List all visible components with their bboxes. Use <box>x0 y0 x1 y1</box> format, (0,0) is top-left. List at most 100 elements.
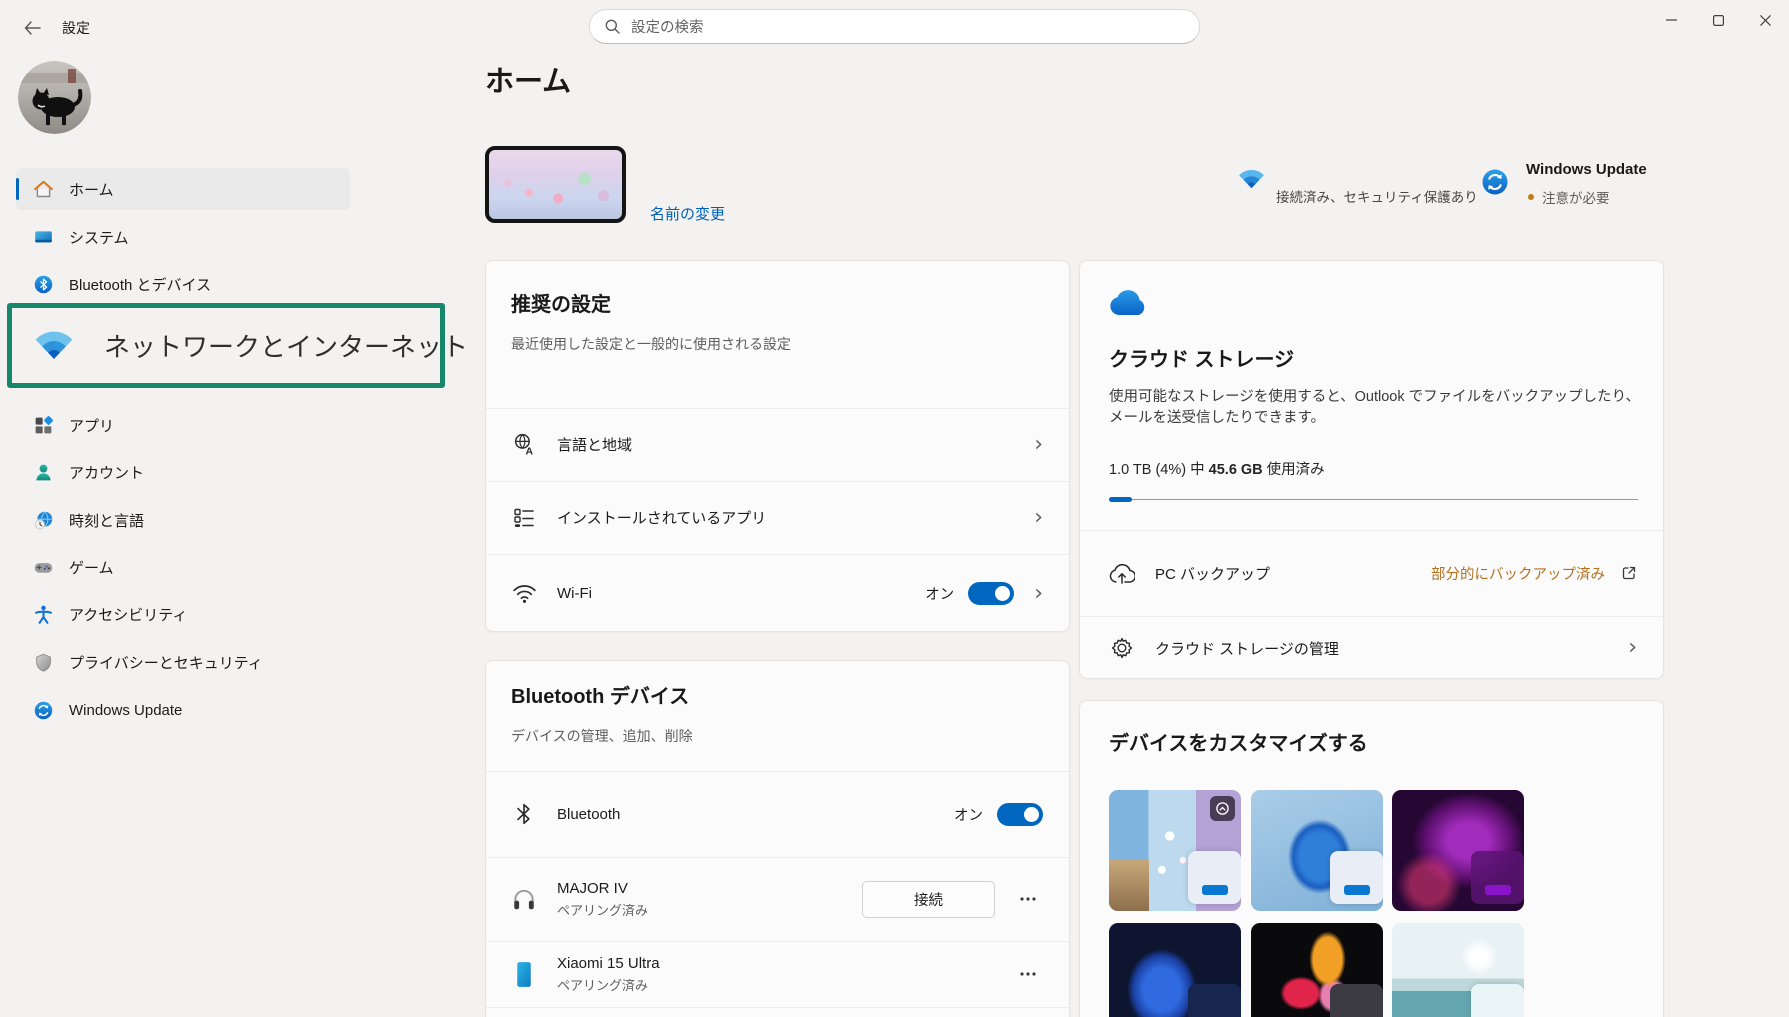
device-status: ペアリング済み <box>557 975 660 994</box>
wifi-toggle[interactable] <box>968 582 1014 605</box>
theme-preview-window <box>1471 851 1524 904</box>
home-icon <box>33 179 54 200</box>
toggle-knob <box>1024 807 1039 822</box>
sidebar-item-apps[interactable]: アプリ <box>16 404 350 446</box>
account-icon <box>33 462 54 483</box>
sidebar-item-label: プライバシーとセキュリティ <box>69 652 263 673</box>
sidebar-item-windows-update[interactable]: Windows Update <box>16 689 350 731</box>
usage-prefix: 1.0 TB (4%) 中 <box>1109 462 1209 478</box>
sidebar-item-accessibility[interactable]: アクセシビリティ <box>16 593 350 635</box>
more-options-button[interactable] <box>1013 959 1043 989</box>
row-installed-apps[interactable]: インストールされているアプリ › <box>486 481 1069 554</box>
theme-preview-window <box>1188 851 1241 904</box>
theme-tile-beach-light[interactable] <box>1392 923 1524 1017</box>
wifi-status-text: 接続済み、セキュリティ保護あり <box>1276 186 1478 206</box>
windows-update-status-text: 注意が必要 <box>1542 187 1610 207</box>
personalize-title: デバイスをカスタマイズする <box>1109 727 1368 756</box>
theme-tile-flower-dark[interactable] <box>1251 923 1383 1017</box>
sidebar-item-home[interactable]: ホーム <box>16 168 350 210</box>
row-pc-backup[interactable]: PC バックアップ 部分的にバックアップ済み <box>1080 530 1663 616</box>
bluetooth-toggle[interactable] <box>997 803 1043 826</box>
maximize-button[interactable] <box>1695 0 1742 40</box>
cloud-storage-title: クラウド ストレージ <box>1109 343 1294 372</box>
user-avatar[interactable] <box>18 61 91 134</box>
connect-button[interactable]: 接続 <box>862 881 995 918</box>
windows-update-status-title: Windows Update <box>1526 161 1647 178</box>
chevron-right-icon: › <box>1034 583 1043 605</box>
maximize-icon <box>1713 15 1724 26</box>
rename-device-link[interactable]: 名前の変更 <box>650 203 725 224</box>
wifi-toggle-state: オン <box>925 583 954 604</box>
storage-progress-bar <box>1109 497 1638 502</box>
theme-preview-window <box>1330 984 1383 1017</box>
search-icon <box>605 19 620 34</box>
row-bluetooth-toggle[interactable]: Bluetooth オン <box>486 771 1069 857</box>
row-label: 言語と地域 <box>557 434 632 455</box>
search-input[interactable]: 設定の検索 <box>589 9 1200 44</box>
chevron-right-icon: › <box>1034 507 1043 529</box>
back-button[interactable] <box>16 13 48 43</box>
sidebar-item-label: アクセシビリティ <box>69 604 187 625</box>
window-controls <box>1648 0 1789 40</box>
bluetooth-header: Bluetooth デバイス デバイスの管理、追加、削除 <box>511 680 693 746</box>
minimize-icon <box>1666 19 1677 21</box>
sidebar-item-label: ホーム <box>69 179 114 200</box>
sidebar-item-gaming[interactable]: ゲーム <box>16 546 350 588</box>
row-manage-cloud-storage[interactable]: クラウド ストレージの管理 › <box>1080 616 1663 680</box>
page-title: ホーム <box>485 58 571 100</box>
cloud-storage-description: 使用可能なストレージを使用すると、Outlook でファイルをバックアップしたり… <box>1109 387 1644 429</box>
pc-backup-icon <box>1109 560 1135 586</box>
row-label: Wi-Fi <box>557 585 592 602</box>
row-wifi[interactable]: Wi-Fi オン › <box>486 554 1069 633</box>
device-name: Xiaomi 15 Ultra <box>557 955 660 972</box>
progress-track <box>1109 499 1638 500</box>
row-device-major-iv[interactable]: MAJOR IV ペアリング済み 接続 <box>486 857 1069 941</box>
more-options-button[interactable] <box>1013 884 1043 914</box>
toggle-knob <box>995 586 1010 601</box>
theme-tile-glow-dark[interactable] <box>1392 790 1524 911</box>
ellipsis-icon <box>1020 972 1036 976</box>
cloud-icon <box>1109 289 1147 316</box>
usage-amount: 45.6 GB <box>1209 462 1263 478</box>
bluetooth-devices-card: Bluetooth デバイス デバイスの管理、追加、削除 Bluetooth オ… <box>485 660 1070 1017</box>
spotlight-badge-icon <box>1210 796 1235 821</box>
theme-tile-nature-collage[interactable] <box>1109 790 1241 911</box>
shield-icon <box>33 652 54 673</box>
sidebar-item-accounts[interactable]: アカウント <box>16 451 350 493</box>
row-label: Bluetooth <box>557 806 620 823</box>
avatar-cat-photo <box>18 61 91 134</box>
row-device-xiaomi[interactable]: Xiaomi 15 Ultra ペアリング済み <box>486 941 1069 1007</box>
gaming-icon <box>33 557 54 578</box>
minimize-button[interactable] <box>1648 0 1695 40</box>
device-status: ペアリング済み <box>557 900 648 919</box>
apps-icon <box>33 415 54 436</box>
recommended-header: 推奨の設定 最近使用した設定と一般的に使用される設定 <box>511 288 791 354</box>
row-label: クラウド ストレージの管理 <box>1155 638 1339 659</box>
theme-preview-window <box>1330 851 1383 904</box>
accessibility-icon <box>33 604 54 625</box>
device-preview-image <box>485 146 626 223</box>
theme-preview-window <box>1188 984 1241 1017</box>
bluetooth-icon <box>33 274 54 295</box>
bluetooth-toggle-state: オン <box>954 804 983 825</box>
sidebar-item-label: ゲーム <box>69 557 114 578</box>
back-arrow-icon <box>24 21 41 35</box>
theme-preview-window <box>1471 984 1524 1017</box>
sidebar-item-network-internet: ネットワークとインターネット <box>104 327 468 364</box>
progress-fill <box>1109 497 1132 502</box>
language-region-icon: A <box>511 432 537 458</box>
row-language-region[interactable]: A 言語と地域 › <box>486 408 1069 481</box>
close-button[interactable] <box>1742 0 1789 40</box>
annotation-highlight-network[interactable]: ネットワークとインターネット <box>7 303 445 388</box>
sidebar-item-system[interactable]: システム <box>16 216 350 258</box>
divider <box>486 1007 1069 1008</box>
cloud-storage-card: クラウド ストレージ 使用可能なストレージを使用すると、Outlook でファイ… <box>1079 260 1664 679</box>
bluetooth-row-icon <box>511 801 537 827</box>
sidebar-item-label: システム <box>69 227 129 248</box>
phone-icon <box>511 961 537 987</box>
theme-tile-bloom-light[interactable] <box>1251 790 1383 911</box>
sidebar-item-bluetooth-devices[interactable]: Bluetooth とデバイス <box>16 263 350 305</box>
sidebar-item-time-language[interactable]: 時刻と言語 <box>16 499 350 541</box>
sidebar-item-privacy-security[interactable]: プライバシーとセキュリティ <box>16 641 350 683</box>
theme-tile-bloom-dark[interactable] <box>1109 923 1241 1017</box>
